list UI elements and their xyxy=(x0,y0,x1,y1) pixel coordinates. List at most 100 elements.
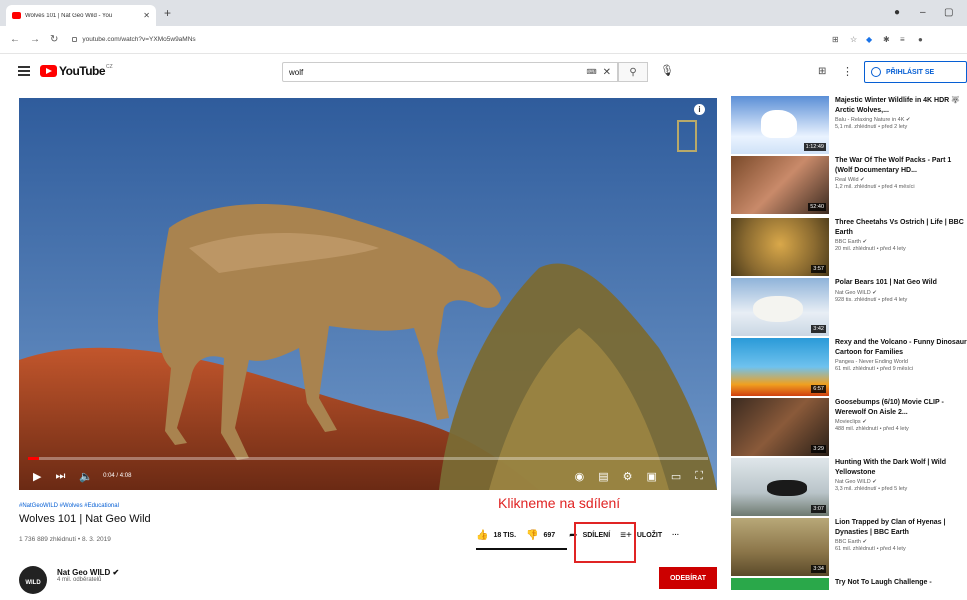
related-stats: 61 mil. zhlédnutí • před 4 lety xyxy=(835,546,906,552)
address-bar: ← → ↻ youtube.com/watch?v=YXMo5w9aMNs xyxy=(0,26,967,54)
reading-list-icon[interactable]: ≡ xyxy=(900,35,905,44)
close-tab-icon[interactable]: ✕ xyxy=(143,11,150,20)
related-channel: BBC Earth ✔ xyxy=(835,239,868,245)
more-actions-button[interactable]: ··· xyxy=(672,532,679,539)
related-item[interactable]: 3:07 Hunting With the Dark Wolf | Wild Y… xyxy=(731,458,967,518)
related-title: Goosebumps (6/10) Movie CLIP - Werewolf … xyxy=(835,399,944,416)
related-thumbnail[interactable] xyxy=(731,578,829,590)
info-icon[interactable]: i xyxy=(694,104,705,115)
video-duration: 6:57 xyxy=(811,385,826,393)
sign-in-button[interactable]: PŘIHLÁSIT SE xyxy=(864,61,967,83)
next-icon[interactable]: ⏭ xyxy=(55,470,65,483)
related-channel: Balu - Relaxing Nature in 4K ✔ xyxy=(835,117,911,123)
account-icon[interactable]: ● xyxy=(918,35,923,44)
related-thumbnail[interactable]: 3:29 xyxy=(731,398,829,456)
save-label: ULOŽIT xyxy=(636,532,663,539)
related-thumbnail[interactable]: 6:57 xyxy=(731,338,829,396)
related-item[interactable]: 1:12:49 Majestic Winter Wildlife in 4K H… xyxy=(731,96,967,156)
related-item[interactable]: 3:42 Polar Bears 101 | Nat Geo Wild Nat … xyxy=(731,278,967,338)
minimize-icon[interactable]: – xyxy=(920,7,926,18)
related-title: Polar Bears 101 | Nat Geo Wild xyxy=(835,279,937,286)
tab-title: Wolves 101 | Nat Geo Wild - You xyxy=(25,12,113,19)
more-dots-icon: ··· xyxy=(672,532,680,539)
apps-grid-icon[interactable]: ⊞ xyxy=(818,66,826,77)
sign-in-label: PŘIHLÁSIT SE xyxy=(886,68,935,76)
profile-dot-icon[interactable]: ● xyxy=(894,7,900,18)
like-count: 18 TIS. xyxy=(493,532,517,539)
related-thumbnail[interactable]: 3:57 xyxy=(731,218,829,276)
related-item[interactable]: 52:40 The War Of The Wolf Packs - Part 1… xyxy=(731,156,967,216)
related-channel: BBC Earth ✔ xyxy=(835,539,868,545)
extension-icon[interactable]: ◆ xyxy=(866,35,872,44)
microphone-icon[interactable]: 🎙 xyxy=(660,64,674,77)
forward-icon[interactable]: → xyxy=(30,34,40,45)
clear-search-icon[interactable]: ✕ xyxy=(603,67,611,78)
hamburger-menu-icon[interactable] xyxy=(18,66,30,76)
video-player[interactable]: i ▶ ⏭ 🔈 0:04 / 4:08 ◉ ▤ ⚙ ▣ ▭ ⛶ xyxy=(19,98,717,490)
related-thumbnail[interactable]: 3:34 xyxy=(731,518,829,576)
related-thumbnail[interactable]: 3:07 xyxy=(731,458,829,516)
video-duration: 52:40 xyxy=(808,203,826,211)
fullscreen-icon[interactable]: ⛶ xyxy=(695,470,703,483)
related-channel: Nat Geo WILD ✔ xyxy=(835,479,877,485)
video-hashtags[interactable]: #NatGeoWILD #Wolves #Educational xyxy=(19,503,119,509)
time-display: 0:04 / 4:08 xyxy=(103,473,132,479)
related-title: Hunting With the Dark Wolf | Wild Yellow… xyxy=(835,459,946,476)
youtube-play-icon xyxy=(40,65,57,77)
related-item[interactable]: Try Not To Laugh Challenge - xyxy=(731,578,967,590)
search-button[interactable]: ⚲ xyxy=(618,62,648,82)
back-icon[interactable]: ← xyxy=(10,34,20,45)
related-thumbnail[interactable]: 52:40 xyxy=(731,156,829,214)
related-stats: 3,3 mil. zhlédnutí • před 5 lety xyxy=(835,486,908,492)
translate-icon[interactable]: ⊞ xyxy=(832,35,839,44)
video-title: Wolves 101 | Nat Geo Wild xyxy=(19,513,151,525)
related-thumbnail[interactable]: 1:12:49 xyxy=(731,96,829,154)
related-stats: 5,1 mil. zhlédnutí • před 2 lety xyxy=(835,124,908,130)
video-card-overlay xyxy=(677,120,697,152)
related-item[interactable]: 3:57 Three Cheetahs Vs Ostrich | Life | … xyxy=(731,218,967,278)
related-title: Lion Trapped by Clan of Hyenas | Dynasti… xyxy=(835,519,946,536)
bookmark-star-icon[interactable]: ☆ xyxy=(850,35,857,44)
channel-name[interactable]: Nat Geo WILD ✔ xyxy=(57,568,119,577)
related-item[interactable]: 3:29 Goosebumps (6/10) Movie CLIP - Were… xyxy=(731,398,967,458)
like-button[interactable]: 👍 18 TIS. xyxy=(476,530,516,541)
play-icon[interactable]: ▶ xyxy=(33,470,41,483)
volume-icon[interactable]: 🔈 xyxy=(79,470,93,483)
video-duration: 3:57 xyxy=(811,265,826,273)
related-stats: 928 tis. zhlédnutí • před 4 lety xyxy=(835,296,908,303)
browser-tab[interactable]: Wolves 101 | Nat Geo Wild - You ✕ xyxy=(6,5,156,26)
subscriber-count: 4 mil. odběratelů xyxy=(57,577,102,583)
settings-dots-icon[interactable]: ⋮ xyxy=(842,65,853,78)
search-icon: ⚲ xyxy=(629,66,637,78)
video-frame xyxy=(19,98,717,490)
theater-mode-icon[interactable]: ▭ xyxy=(671,470,681,483)
video-duration: 3:29 xyxy=(811,445,826,453)
search-input[interactable]: wolf ⌨ ✕ xyxy=(282,62,618,82)
browser-tab-bar: Wolves 101 | Nat Geo Wild - You ✕ + ● – … xyxy=(0,0,967,26)
puzzle-icon[interactable]: ✱ xyxy=(883,35,890,44)
related-item[interactable]: 3:34 Lion Trapped by Clan of Hyenas | Dy… xyxy=(731,518,967,578)
dislike-button[interactable]: 👎 697 xyxy=(526,530,555,541)
thumbs-up-icon: 👍 xyxy=(476,530,489,541)
reload-icon[interactable]: ↻ xyxy=(50,34,58,45)
video-duration: 1:12:49 xyxy=(803,143,826,151)
channel-avatar[interactable]: WILD xyxy=(19,566,47,594)
new-tab-icon[interactable]: + xyxy=(164,6,171,20)
video-duration: 3:34 xyxy=(811,565,826,573)
autoplay-toggle-icon[interactable]: ◉ xyxy=(575,470,585,483)
like-ratio-bar xyxy=(476,548,567,550)
subtitles-icon[interactable]: ▤ xyxy=(598,470,608,483)
related-thumbnail[interactable]: 3:42 xyxy=(731,278,829,336)
youtube-logo[interactable]: YouTube CZ xyxy=(40,64,113,78)
settings-gear-icon[interactable]: ⚙ xyxy=(623,470,633,483)
keyboard-icon[interactable]: ⌨ xyxy=(587,68,597,76)
video-duration: 3:07 xyxy=(811,505,826,513)
subscribe-button[interactable]: ODEBÍRAT xyxy=(659,567,717,589)
related-channel: Nat Geo WILD ✔ xyxy=(835,289,877,296)
miniplayer-icon[interactable]: ▣ xyxy=(646,470,656,483)
dislike-count: 697 xyxy=(543,532,556,539)
url-field[interactable]: youtube.com/watch?v=YXMo5w9aMNs xyxy=(72,36,196,43)
restore-icon[interactable]: ▢ xyxy=(944,7,953,18)
progress-bar[interactable] xyxy=(28,457,708,460)
related-item[interactable]: 6:57 Rexy and the Volcano - Funny Dinosa… xyxy=(731,338,967,398)
